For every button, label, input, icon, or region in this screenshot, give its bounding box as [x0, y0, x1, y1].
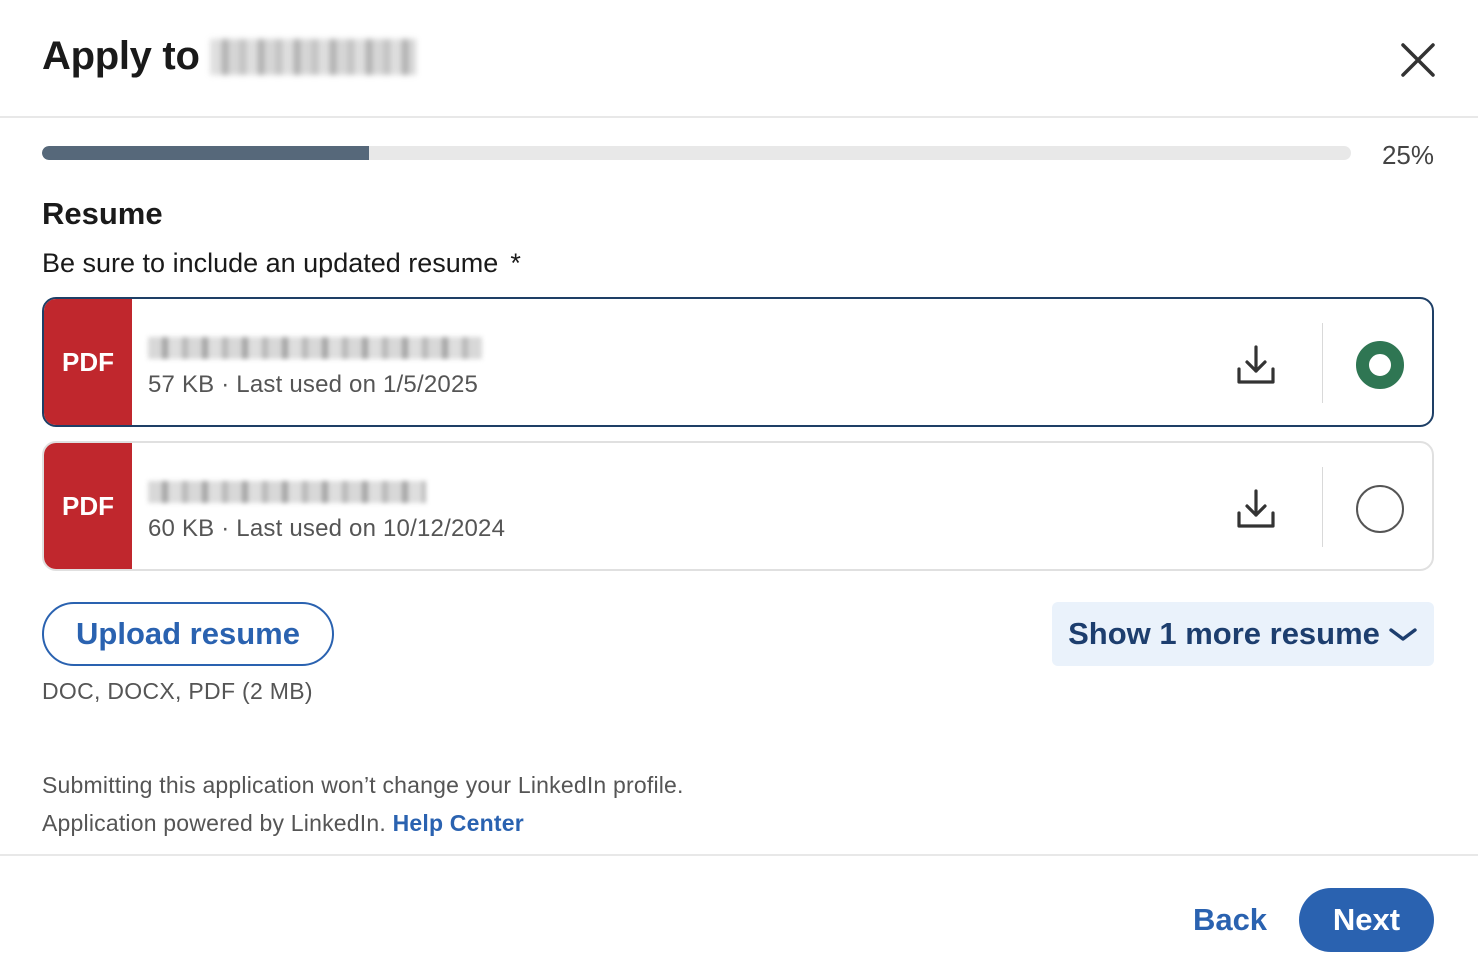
company-name-redacted: [209, 38, 416, 75]
resume-card[interactable]: PDF 60 KB · Last used on 10/12/2024: [42, 441, 1434, 571]
resume-file-meta: 57 KB · Last used on 1/5/2025: [148, 371, 479, 398]
dialog-header: Apply to: [0, 0, 1478, 118]
section-description-text: Be sure to include an updated resume: [42, 248, 499, 278]
close-icon: [1401, 43, 1435, 77]
divider: [1322, 467, 1323, 547]
upload-file-types-hint: DOC, DOCX, PDF (2 MB): [42, 678, 313, 704]
resume-card[interactable]: PDF 57 KB · Last used on 1/5/2025: [42, 297, 1434, 427]
download-resume-button[interactable]: [1234, 343, 1278, 387]
show-more-resumes-button[interactable]: Show 1 more resume: [1052, 602, 1434, 666]
powered-by-note: Application powered by LinkedIn. Help Ce…: [42, 810, 524, 837]
resume-select-radio[interactable]: [1356, 485, 1404, 533]
resume-file-meta: 60 KB · Last used on 10/12/2024: [148, 515, 506, 542]
help-center-link[interactable]: Help Center: [393, 810, 524, 836]
resume-select-radio[interactable]: [1356, 341, 1404, 389]
footer-divider: [0, 854, 1478, 856]
divider: [1322, 323, 1323, 403]
next-button[interactable]: Next: [1299, 888, 1434, 952]
dialog-title-text: Apply to: [42, 34, 200, 78]
chevron-down-icon: [1389, 628, 1417, 641]
progress-bar-fill: [42, 146, 370, 160]
download-icon: [1237, 345, 1275, 384]
profile-unchanged-note: Submitting this application won’t change…: [42, 772, 684, 798]
progress-percent: 25%: [1381, 140, 1434, 170]
download-resume-button[interactable]: [1234, 487, 1278, 531]
section-description: Be sure to include an updated resume *: [42, 248, 521, 279]
dialog-title: Apply to: [42, 34, 416, 79]
required-marker: *: [510, 248, 521, 278]
resume-file-name-redacted: [148, 337, 482, 359]
powered-by-text: Application powered by LinkedIn.: [42, 810, 386, 836]
pdf-file-icon: PDF: [44, 443, 132, 569]
close-button[interactable]: [1394, 36, 1442, 84]
section-title: Resume: [42, 196, 163, 231]
download-icon: [1237, 489, 1275, 528]
resume-file-name-redacted: [148, 481, 426, 503]
show-more-label: Show 1 more resume: [1068, 616, 1380, 651]
upload-resume-button[interactable]: Upload resume: [42, 602, 334, 666]
progress-bar: [42, 146, 1351, 160]
back-button[interactable]: Back: [1178, 888, 1282, 952]
pdf-file-icon: PDF: [44, 299, 132, 425]
